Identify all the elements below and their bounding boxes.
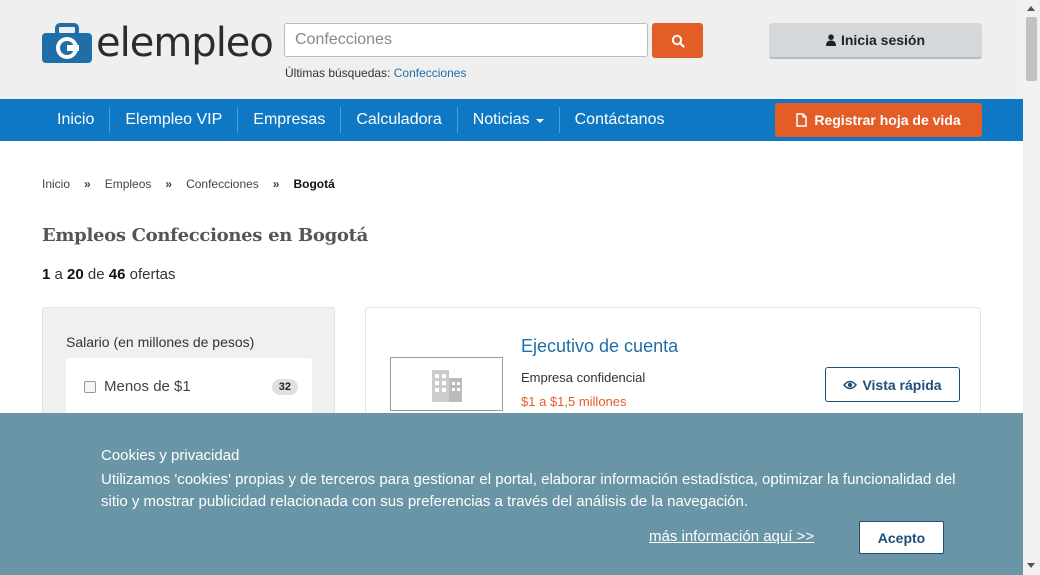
filter-title: Salario (en millones de pesos)	[66, 334, 255, 350]
count-from: 1	[42, 266, 51, 283]
breadcrumb-item[interactable]: Empleos	[105, 177, 152, 191]
company-logo	[390, 357, 503, 411]
count-suffix: ofertas	[129, 266, 176, 283]
count-total: 46	[108, 266, 126, 283]
job-salary: $1 a $1,5 millones	[521, 394, 627, 409]
count-word: a	[54, 266, 63, 283]
nav-item-noticias[interactable]: Noticias	[458, 107, 560, 133]
quick-view-label: Vista rápida	[862, 376, 942, 393]
filter-count-badge: 32	[271, 378, 298, 395]
recent-searches: Últimas búsquedas: Confecciones	[285, 66, 466, 80]
caret-down-icon	[535, 119, 544, 123]
search-input[interactable]	[284, 23, 648, 57]
logo-text: elempleo	[96, 20, 274, 66]
breadcrumb-current: Bogotá	[293, 177, 335, 191]
recent-searches-label: Últimas búsquedas:	[285, 66, 391, 80]
cookie-title: Cookies y privacidad	[101, 447, 240, 464]
cookie-accept-button[interactable]: Acepto	[859, 521, 944, 554]
filter-option[interactable]: Menos de $1 32	[84, 378, 298, 395]
building-icon	[431, 370, 462, 402]
cookie-text: Utilizamos 'cookies' propias y de tercer…	[101, 471, 956, 510]
cookie-more-info-link[interactable]: más información aquí >>	[649, 528, 814, 545]
scroll-down-arrow-icon[interactable]	[1027, 563, 1035, 568]
nav-item-calculadora[interactable]: Calculadora	[341, 107, 458, 133]
nav-item-contactanos[interactable]: Contáctanos	[560, 107, 680, 133]
nav-item-inicio[interactable]: Inicio	[42, 107, 111, 133]
nav-label: Noticias	[472, 111, 530, 128]
login-label: Inicia sesión	[840, 32, 926, 48]
user-icon	[825, 34, 836, 46]
login-button[interactable]: Inicia sesión	[769, 23, 982, 59]
logo-icon	[42, 23, 92, 63]
breadcrumb-separator: »	[272, 177, 280, 191]
scroll-thumb[interactable]	[1026, 17, 1037, 81]
page-scrollbar[interactable]	[1023, 0, 1040, 575]
job-title[interactable]: Ejecutivo de cuenta	[521, 336, 678, 357]
results-count: 1 a 20 de 46 ofertas	[42, 266, 175, 283]
nav-label: Contáctanos	[574, 111, 665, 128]
recent-search-link[interactable]: Confecciones	[394, 66, 467, 80]
page-title: Empleos Confecciones en Bogotá	[42, 225, 368, 246]
scroll-up-arrow-icon[interactable]	[1027, 6, 1035, 11]
register-cv-button[interactable]: Registrar hoja de vida	[775, 103, 982, 137]
count-to: 20	[67, 266, 84, 283]
document-icon	[796, 113, 808, 127]
filter-option-label: Menos de $1	[104, 378, 191, 395]
site-logo[interactable]: elempleo	[42, 18, 274, 68]
nav-label: Empresas	[253, 111, 326, 128]
count-word: de	[87, 266, 105, 283]
breadcrumb-item[interactable]: Inicio	[42, 177, 70, 191]
cookie-banner: Cookies y privacidad Utilizamos 'cookies…	[0, 413, 1023, 575]
search-icon	[671, 34, 685, 48]
search-button[interactable]	[652, 23, 703, 58]
breadcrumb: Inicio » Empleos » Confecciones » Bogotá	[42, 177, 335, 191]
nav-item-vip[interactable]: Elempleo VIP	[110, 107, 239, 133]
eye-icon	[843, 380, 858, 389]
register-cv-label: Registrar hoja de vida	[814, 112, 961, 128]
nav-label: Calculadora	[356, 111, 442, 128]
quick-view-button[interactable]: Vista rápida	[825, 367, 960, 402]
breadcrumb-separator: »	[165, 177, 173, 191]
nav-label: Elempleo VIP	[125, 111, 223, 128]
filter-checkbox[interactable]	[84, 380, 96, 393]
nav-label: Inicio	[57, 111, 95, 128]
breadcrumb-separator: »	[84, 177, 91, 191]
nav-item-empresas[interactable]: Empresas	[238, 107, 342, 133]
breadcrumb-item[interactable]: Confecciones	[186, 177, 259, 191]
site-header: elempleo Últimas búsquedas: Confecciones…	[0, 0, 1023, 99]
job-company: Empresa confidencial	[521, 370, 646, 385]
